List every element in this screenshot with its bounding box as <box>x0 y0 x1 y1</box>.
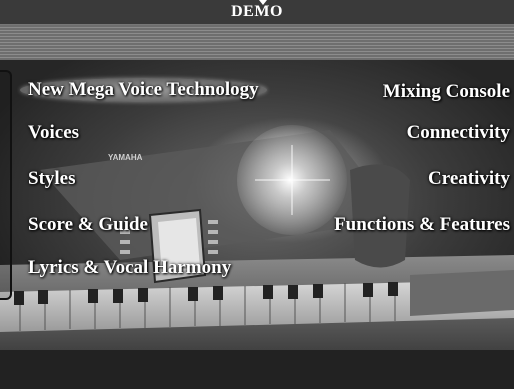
left-side-frame <box>0 70 12 300</box>
menu-item-new-mega-voice-technology[interactable]: New Mega Voice Technology <box>20 78 267 102</box>
down-arrow-icon <box>259 0 267 5</box>
menu-item-lyrics-and-vocal-harmony[interactable]: Lyrics & Vocal Harmony <box>28 256 231 280</box>
page-title: DEMO <box>231 3 283 20</box>
yamaha-logo-text: YAMAHA <box>108 153 143 162</box>
menu-item-styles[interactable]: Styles <box>28 167 76 191</box>
menu-item-functions-and-features[interactable]: Functions & Features <box>334 213 510 237</box>
menu-item-score-and-guide[interactable]: Score & Guide <box>28 213 148 237</box>
menu-item-connectivity[interactable]: Connectivity <box>407 121 510 145</box>
menu-item-voices[interactable]: Voices <box>28 121 79 145</box>
demo-screen: DEMO YAMAHA New Mega Voice Technology Vo… <box>0 0 514 389</box>
menu-item-creativity[interactable]: Creativity <box>428 167 510 191</box>
header-stripe-band <box>0 24 514 60</box>
menu-item-mixing-console[interactable]: Mixing Console <box>383 80 510 104</box>
title-bar: DEMO <box>0 0 514 25</box>
